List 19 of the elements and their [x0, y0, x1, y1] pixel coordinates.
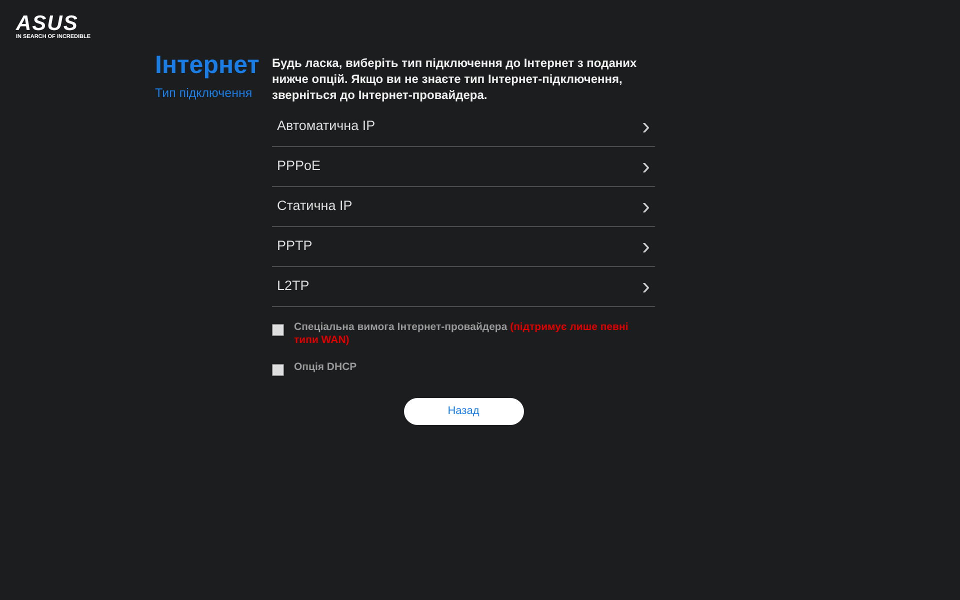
- back-button[interactable]: Назад: [404, 398, 524, 425]
- logo-wordmark: ASUS: [16, 14, 78, 34]
- checkbox[interactable]: [272, 364, 284, 376]
- connection-type-item[interactable]: PPTP ›: [272, 227, 655, 267]
- chevron-icon: ›: [642, 116, 650, 136]
- chevron-icon: ›: [642, 236, 650, 256]
- connection-type-item[interactable]: Автоматична IP ›: [272, 107, 655, 147]
- instruction-text: Будь ласка, виберіть тип підключення до Інтернет з поданих нижче опцій. Якщо ви не знаєте тип Інтернет-підключення, зверніться до Інтернет-провайдера.: [272, 55, 638, 103]
- checkbox[interactable]: [272, 324, 284, 336]
- chevron-icon: ›: [642, 276, 650, 296]
- option-label: Спеціальна вимога Інтернет-провайдера (підтримує лише певні типи WAN): [294, 321, 630, 347]
- connection-type-item[interactable]: Статична IP ›: [272, 187, 655, 227]
- connection-type-item[interactable]: PPPoE ›: [272, 147, 655, 187]
- page-subtitle: Тип підключення: [155, 85, 254, 102]
- option-label: Опція DHCP: [294, 361, 357, 374]
- page-title: Інтернет: [155, 50, 260, 80]
- connection-type-item[interactable]: L2TP ›: [272, 267, 655, 307]
- chevron-icon: ›: [642, 196, 650, 216]
- chevron-icon: ›: [642, 156, 650, 176]
